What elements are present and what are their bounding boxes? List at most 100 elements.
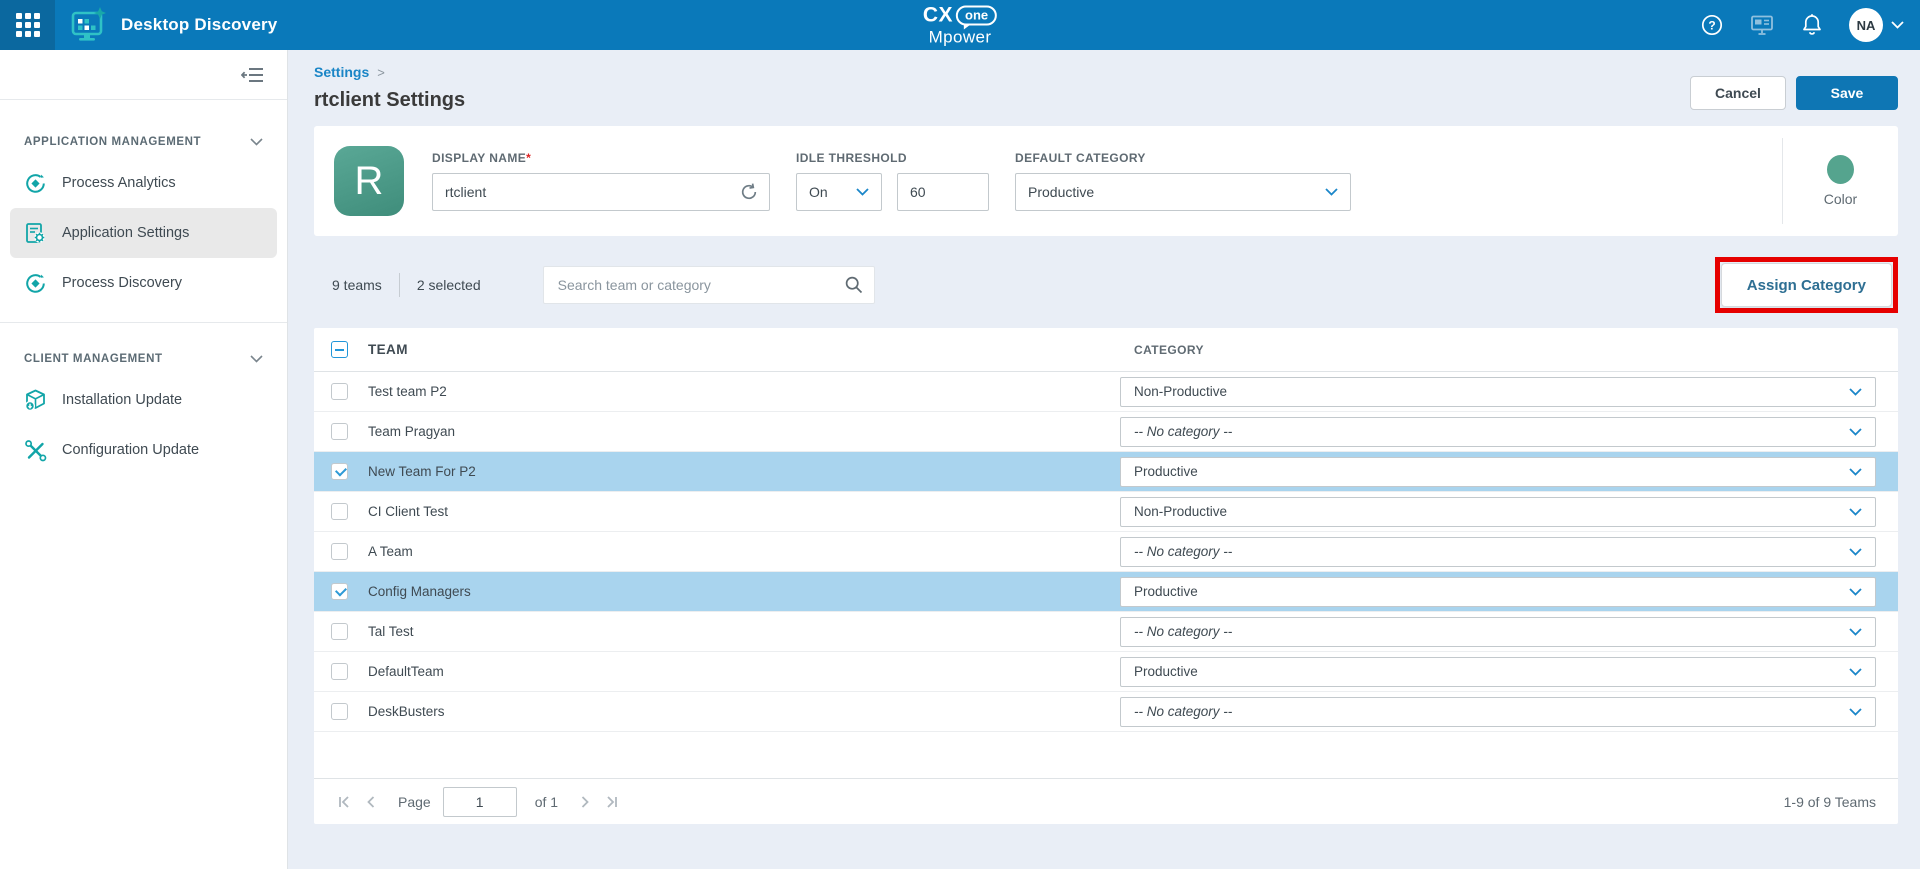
team-name: DefaultTeam — [368, 664, 1120, 679]
table-row[interactable]: Team Pragyan -- No category -- — [314, 412, 1898, 452]
apps-grid-icon[interactable] — [0, 0, 55, 50]
category-select[interactable]: -- No category -- — [1120, 617, 1876, 647]
page-of-label: of 1 — [535, 794, 558, 810]
breadcrumb-settings-link[interactable]: Settings — [314, 64, 369, 80]
chevron-down-icon — [1849, 388, 1862, 396]
sidebar-item-label: Process Discovery — [62, 275, 182, 291]
select-all-checkbox[interactable] — [331, 341, 348, 358]
row-checkbox[interactable] — [331, 703, 348, 720]
category-select[interactable]: Productive — [1120, 657, 1876, 687]
category-select[interactable]: Non-Productive — [1120, 377, 1876, 407]
category-select-value: Non-Productive — [1134, 504, 1227, 519]
row-checkbox[interactable] — [331, 583, 348, 600]
sidebar-item-configuration-update[interactable]: Configuration Update — [10, 425, 277, 475]
page-title: rtclient Settings — [314, 89, 465, 112]
category-column-header: CATEGORY — [1120, 343, 1204, 357]
display-name-label: DISPLAY NAME* — [432, 151, 770, 165]
row-checkbox[interactable] — [331, 623, 348, 640]
search-icon[interactable] — [844, 275, 864, 300]
last-page-icon[interactable] — [598, 795, 624, 809]
color-swatch[interactable] — [1827, 155, 1854, 184]
table-row[interactable]: DeskBusters -- No category -- — [314, 692, 1898, 732]
chevron-down-icon — [1849, 668, 1862, 676]
table-row[interactable]: A Team -- No category -- — [314, 532, 1898, 572]
table-header: TEAM CATEGORY — [314, 328, 1898, 372]
help-icon[interactable]: ? — [1701, 14, 1723, 36]
reset-icon[interactable] — [738, 181, 760, 208]
configuration-update-icon — [24, 439, 47, 462]
row-checkbox[interactable] — [331, 463, 348, 480]
screen-share-icon[interactable] — [1749, 13, 1775, 37]
save-button[interactable]: Save — [1796, 76, 1898, 110]
search-input[interactable] — [543, 266, 875, 304]
assign-category-button[interactable]: Assign Category — [1721, 263, 1892, 307]
first-page-icon[interactable] — [332, 795, 358, 809]
category-select[interactable]: -- No category -- — [1120, 697, 1876, 727]
category-select[interactable]: Productive — [1120, 577, 1876, 607]
idle-threshold-seconds-field[interactable] — [897, 173, 989, 211]
category-select-value: Productive — [1134, 584, 1198, 599]
notifications-icon[interactable] — [1801, 13, 1823, 37]
team-name: DeskBusters — [368, 704, 1120, 719]
idle-threshold-toggle-value: On — [809, 184, 828, 200]
default-category-label: DEFAULT CATEGORY — [1015, 151, 1351, 165]
logo-cx-text: CX — [923, 5, 953, 26]
color-picker-block: Color — [1782, 138, 1898, 224]
chevron-down-icon — [1325, 188, 1338, 196]
sidebar-item-application-settings[interactable]: Application Settings — [10, 208, 277, 258]
app-title: Desktop Discovery — [121, 15, 277, 35]
sidebar-item-label: Installation Update — [62, 392, 182, 408]
row-checkbox[interactable] — [331, 543, 348, 560]
chevron-down-icon — [1849, 628, 1862, 636]
chevron-down-icon — [1849, 548, 1862, 556]
required-asterisk: * — [526, 151, 531, 165]
previous-page-icon[interactable] — [358, 795, 384, 809]
category-select-value: -- No category -- — [1134, 704, 1232, 719]
collapse-sidebar-icon[interactable] — [241, 66, 265, 84]
default-category-select[interactable]: Productive — [1015, 173, 1351, 211]
table-row[interactable]: Tal Test -- No category -- — [314, 612, 1898, 652]
section-client-management[interactable]: CLIENT MANAGEMENT — [0, 343, 287, 375]
sidebar-item-label: Process Analytics — [62, 175, 176, 191]
row-checkbox[interactable] — [331, 423, 348, 440]
category-select[interactable]: -- No category -- — [1120, 417, 1876, 447]
chevron-down-icon — [1849, 588, 1862, 596]
sidebar-item-process-analytics[interactable]: Process Analytics — [10, 158, 277, 208]
team-name: Team Pragyan — [368, 424, 1120, 439]
team-column-header: TEAM — [368, 342, 1120, 357]
category-select[interactable]: Productive — [1120, 457, 1876, 487]
idle-threshold-toggle-select[interactable]: On — [796, 173, 882, 211]
display-name-field[interactable] — [432, 173, 770, 211]
table-row[interactable]: New Team For P2 Productive — [314, 452, 1898, 492]
next-page-icon[interactable] — [572, 795, 598, 809]
row-checkbox[interactable] — [331, 503, 348, 520]
table-row[interactable]: Config Managers Productive — [314, 572, 1898, 612]
category-select[interactable]: Non-Productive — [1120, 497, 1876, 527]
table-row[interactable]: DefaultTeam Productive — [314, 652, 1898, 692]
chevron-down-icon — [1849, 468, 1862, 476]
sidebar-item-process-discovery[interactable]: Process Discovery — [10, 258, 277, 308]
row-checkbox[interactable] — [331, 663, 348, 680]
category-select[interactable]: -- No category -- — [1120, 537, 1876, 567]
table-row[interactable]: CI Client Test Non-Productive — [314, 492, 1898, 532]
cancel-button[interactable]: Cancel — [1690, 76, 1786, 110]
results-range-label: 1-9 of 9 Teams — [1784, 794, 1876, 810]
divider — [0, 322, 287, 323]
team-name: Tal Test — [368, 624, 1120, 639]
category-select-value: -- No category -- — [1134, 424, 1232, 439]
avatar[interactable]: NA — [1849, 8, 1883, 42]
pagination-bar: Page of 1 1-9 of 9 Teams — [314, 778, 1898, 824]
chevron-down-icon — [250, 138, 263, 146]
table-row[interactable]: Test team P2 Non-Productive — [314, 372, 1898, 412]
chevron-down-icon — [1849, 508, 1862, 516]
breadcrumb: Settings > — [314, 64, 465, 80]
user-menu[interactable]: NA — [1849, 8, 1904, 42]
page-number-input[interactable] — [443, 787, 517, 817]
teams-table: TEAM CATEGORY Test team P2 Non-Productiv… — [314, 328, 1898, 824]
sidebar-item-installation-update[interactable]: Installation Update — [10, 375, 277, 425]
client-settings-card: R DISPLAY NAME* IDLE THRESHOLD — [314, 126, 1898, 236]
sidebar: APPLICATION MANAGEMENT Process Analytics — [0, 50, 288, 869]
selected-count: 2 selected — [417, 277, 481, 293]
section-application-management[interactable]: APPLICATION MANAGEMENT — [0, 126, 287, 158]
row-checkbox[interactable] — [331, 383, 348, 400]
